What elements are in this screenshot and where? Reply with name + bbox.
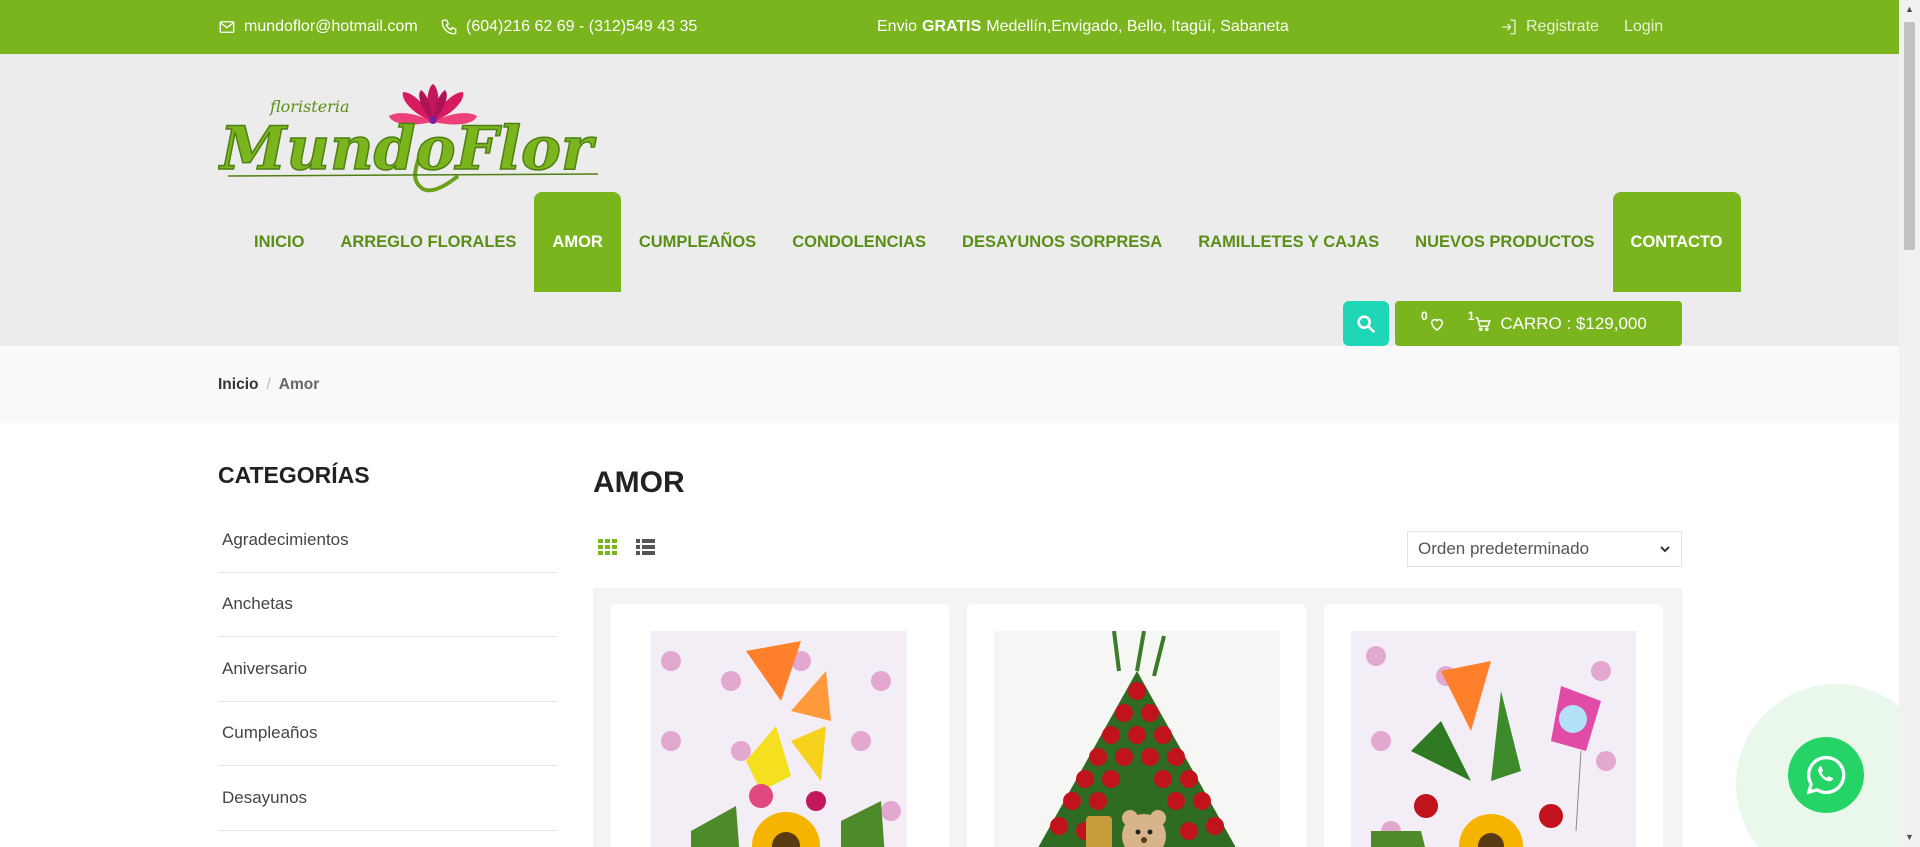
product-grid [593,588,1682,847]
heart-icon[interactable] [1428,315,1446,333]
cart-button[interactable]: 0 1 CARRO : $129,000 [1395,301,1682,346]
phone-icon [441,19,457,35]
sort-selected-value: Orden predeterminado [1418,539,1590,558]
category-list: Agradecimientos Anchetas Aniversario Cum… [218,508,557,831]
whatsapp-icon [1806,755,1846,795]
category-item[interactable]: Anchetas [218,573,557,637]
grid-view-icon[interactable] [598,539,617,555]
envelope-icon [219,21,235,33]
product-image[interactable] [1351,631,1636,847]
login-icon [1502,19,1516,35]
nav-cumpleanos[interactable]: CUMPLEAÑOS [621,192,774,292]
page: mundoflor@hotmail.com (604)216 62 69 - (… [0,0,1899,847]
email-text: mundoflor@hotmail.com [244,18,418,35]
nav-desayunos-sorpresa[interactable]: DESAYUNOS SORPRESA [944,192,1180,292]
product-image[interactable] [994,631,1280,847]
list-view-icon[interactable] [636,539,655,555]
contact-phone[interactable]: (604)216 62 69 - (312)549 43 35 [440,0,697,54]
categories-title: CATEGORÍAS [218,462,370,488]
scroll-up-arrow[interactable]: ▲ [1904,4,1915,15]
chevron-down-icon [1660,546,1670,553]
nav-arreglo-florales[interactable]: ARREGLO FLORALES [322,192,534,292]
shipping-cities: Medellín,Envigado, Bello, Itagüí, Sabane… [986,18,1289,35]
logo-main-text: MundoFlor [218,114,597,184]
shipping-notice: Envio GRATIS Medellín,Envigado, Bello, I… [877,0,1289,54]
sort-select[interactable]: Orden predeterminado [1407,531,1682,567]
nav-amor[interactable]: AMOR [534,192,621,292]
page-title: AMOR [593,466,685,499]
phone-text: (604)216 62 69 - (312)549 43 35 [466,18,698,35]
page-scrollbar[interactable]: ▲ ▼ [1899,0,1920,847]
search-icon [1357,314,1376,333]
breadcrumb-current: Amor [278,375,320,393]
product-card[interactable] [610,604,949,847]
breadcrumb: Inicio / Amor [218,346,319,423]
cart-label: CARRO : $129,000 [1500,313,1647,333]
register-link[interactable]: Registrate [1500,0,1599,54]
shipping-bold: GRATIS [922,18,982,35]
category-item[interactable]: Desayunos [218,766,557,831]
nav-inicio[interactable]: INICIO [236,192,322,292]
nav-contacto[interactable]: CONTACTO [1612,192,1741,292]
nav-ramilletes-y-cajas[interactable]: RAMILLETES Y CAJAS [1180,192,1397,292]
cart-icon [1475,316,1492,331]
login-link[interactable]: Login [1624,0,1663,54]
scrollbar-thumb[interactable] [1904,22,1915,250]
cart-count: 1 [1467,308,1475,323]
category-item[interactable]: Agradecimientos [218,508,557,573]
product-image[interactable] [651,631,907,847]
category-item[interactable]: Aniversario [218,637,557,702]
shipping-prefix: Envio [877,18,918,35]
breadcrumb-home[interactable]: Inicio [218,376,258,394]
wishlist-count: 0 [1421,308,1428,323]
login-label: Login [1624,18,1664,35]
contact-email[interactable]: mundoflor@hotmail.com [218,0,418,54]
scroll-down-arrow[interactable]: ▼ [1904,832,1915,843]
product-card[interactable] [1324,604,1663,847]
breadcrumb-separator: / [266,375,271,393]
product-card[interactable] [967,604,1306,847]
register-label: Registrate [1526,18,1599,35]
nav-nuevos-productos[interactable]: NUEVOS PRODUCTOS [1397,192,1612,292]
search-button[interactable] [1343,301,1389,346]
top-bar: mundoflor@hotmail.com (604)216 62 69 - (… [0,0,1899,54]
category-item[interactable]: Cumpleaños [218,702,557,766]
nav-condolencias[interactable]: CONDOLENCIAS [774,192,944,292]
breadcrumb-bar: Inicio / Amor [0,346,1899,423]
logo[interactable]: floristeria MundoFlor [218,84,603,194]
main-nav: INICIO ARREGLO FLORALES AMOR CUMPLEAÑOS … [236,192,1741,292]
whatsapp-button[interactable] [1788,737,1864,813]
